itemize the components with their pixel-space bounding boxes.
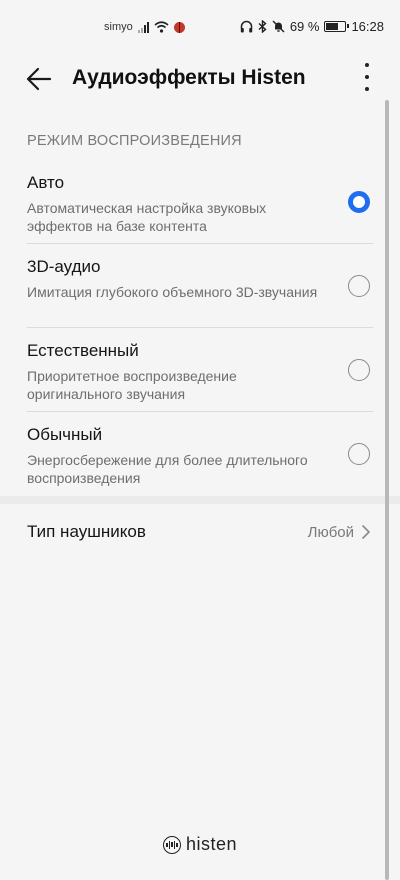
radio-button-3d-audio[interactable] [348, 275, 370, 297]
histen-logo-icon [163, 835, 181, 854]
scrollbar[interactable] [385, 100, 389, 880]
option-auto[interactable]: Авто Автоматическая настройка звуковых э… [0, 160, 400, 244]
histen-logo: histen [163, 834, 237, 855]
option-3d-audio[interactable]: 3D-аудио Имитация глубокого объемного 3D… [0, 244, 400, 328]
status-bar: simyo 69 % 16:28 [0, 0, 400, 56]
carrier-name: simyo [104, 21, 133, 33]
playback-mode-options: Авто Автоматическая настройка звуковых э… [0, 160, 400, 496]
radio-button-normal[interactable] [348, 443, 370, 465]
status-right: 69 % 16:28 [240, 19, 384, 34]
page-title: Аудиоэффекты Histen [72, 66, 306, 89]
option-normal[interactable]: Обычный Энергосбережение для более длите… [0, 412, 400, 496]
section-header-playback-mode: РЕЖИМ ВОСПРОИЗВЕДЕНИЯ [27, 133, 242, 149]
wifi-icon [154, 21, 169, 33]
option-title: 3D-аудио [27, 257, 101, 276]
radio-button-natural[interactable] [348, 359, 370, 381]
option-description: Автоматическая настройка звуковых эффект… [27, 200, 267, 234]
battery-icon [324, 21, 350, 32]
more-options-icon[interactable] [352, 61, 382, 93]
battery-percent: 69 % [289, 19, 320, 34]
headphone-type-label: Тип наушников [27, 522, 146, 541]
signal-icon [137, 21, 149, 33]
option-description: Энергосбережение для более длительного в… [27, 452, 308, 486]
headphone-type-value: Любой [307, 524, 354, 541]
headphone-type-row[interactable]: Тип наушников Любой [0, 508, 400, 556]
option-natural[interactable]: Естественный Приоритетное воспроизведени… [0, 328, 400, 412]
clock: 16:28 [351, 19, 384, 34]
bluetooth-icon [258, 20, 267, 33]
option-description: Имитация глубокого объемного 3D-звучания [27, 284, 318, 300]
chevron-right-icon [362, 525, 370, 539]
option-title: Естественный [27, 341, 139, 360]
option-description: Приоритетное воспроизведение оригинально… [27, 368, 237, 402]
back-arrow-icon[interactable] [24, 64, 54, 94]
status-left: simyo [104, 21, 185, 33]
option-title: Обычный [27, 425, 103, 444]
headphones-icon [240, 20, 253, 33]
mute-icon [272, 20, 285, 33]
notification-app-icon [173, 21, 185, 33]
app-header: Аудиоэффекты Histen [0, 56, 400, 102]
radio-button-auto[interactable] [348, 191, 370, 213]
option-title: Авто [27, 173, 65, 192]
histen-logo-text: histen [186, 834, 238, 854]
section-separator [0, 496, 400, 504]
